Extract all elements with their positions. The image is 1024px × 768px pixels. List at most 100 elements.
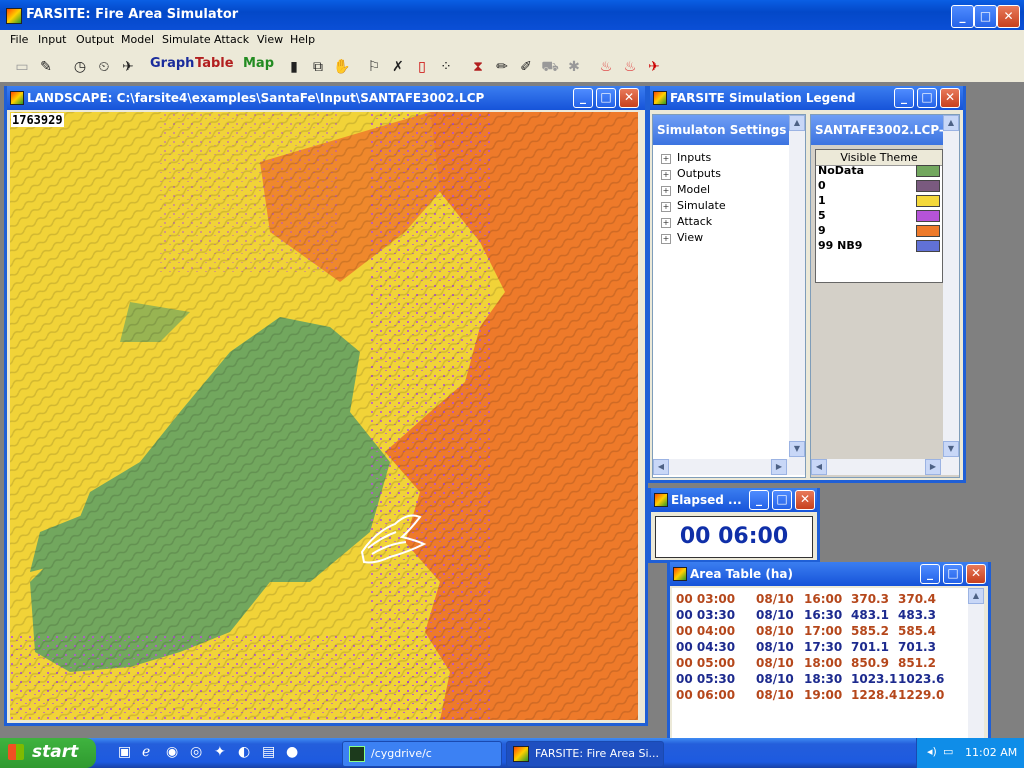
legend-row[interactable]: 9: [816, 223, 942, 238]
task-farsite[interactable]: FARSITE: Fire Area Si...: [506, 741, 664, 767]
legend-rows: NoData 0 1 5 9 99 NB9: [812, 163, 942, 259]
battery-icon[interactable]: ▮: [282, 55, 306, 79]
menu-model[interactable]: Model: [121, 33, 154, 46]
clock[interactable]: 11:02 AM: [965, 746, 1017, 759]
legend-color-swatch[interactable]: [916, 225, 940, 237]
landscape-edit-icon[interactable]: ✎: [34, 55, 58, 79]
scroll-left-icon[interactable]: ◀: [653, 459, 669, 475]
area-table-maximize-button[interactable]: □: [943, 564, 963, 584]
desktop-icon[interactable]: ▣: [118, 744, 131, 760]
menu-input[interactable]: Input: [38, 33, 66, 46]
landscape-close-button[interactable]: ✕: [619, 88, 639, 108]
legend-color-swatch[interactable]: [916, 210, 940, 222]
fire-ground-icon[interactable]: ♨: [618, 55, 642, 79]
pencil-icon[interactable]: ✏: [490, 55, 514, 79]
legend-minimize-button[interactable]: _: [894, 88, 914, 108]
start-button[interactable]: start: [0, 738, 96, 768]
quick-launch-icon-4[interactable]: ◎: [190, 744, 202, 760]
close-button[interactable]: ✕: [997, 5, 1020, 28]
landscape-maximize-button[interactable]: □: [596, 88, 616, 108]
network-icon[interactable]: ▭: [943, 745, 953, 758]
tree-item-model[interactable]: + Model: [661, 183, 710, 196]
theme-scroll-left-icon[interactable]: ◀: [811, 459, 827, 475]
settings-hscrollbar[interactable]: ◀ ▶: [653, 459, 805, 475]
elapsed-window-icon: [654, 493, 668, 507]
landscape-map[interactable]: [10, 112, 638, 720]
quick-launch-icon-6[interactable]: ◐: [238, 744, 250, 760]
theme-hscrollbar[interactable]: ◀ ▶: [811, 459, 959, 475]
legend-row[interactable]: 99 NB9: [816, 238, 942, 253]
area-table-close-button[interactable]: ✕: [966, 564, 986, 584]
table-button[interactable]: Table: [195, 56, 234, 71]
ignition-icon[interactable]: ⚐: [362, 55, 386, 79]
legend-maximize-button[interactable]: □: [917, 88, 937, 108]
edit-line-icon[interactable]: ✐: [514, 55, 538, 79]
legend-close-button[interactable]: ✕: [940, 88, 960, 108]
area-table-minimize-button[interactable]: _: [920, 564, 940, 584]
clock-icon[interactable]: ⏲: [92, 55, 116, 79]
volume-icon[interactable]: ◂): [927, 745, 937, 758]
scroll-right-icon[interactable]: ▶: [771, 459, 787, 475]
barrier-icon[interactable]: ✗: [386, 55, 410, 79]
quick-launch-icon-7[interactable]: ▤: [262, 744, 275, 760]
elapsed-close-button[interactable]: ✕: [795, 490, 815, 510]
window-icon[interactable]: ⧉: [306, 55, 330, 79]
legend-row[interactable]: NoData: [816, 163, 942, 178]
elapsed-minimize-button[interactable]: _: [749, 490, 769, 510]
legend-color-swatch[interactable]: [916, 165, 940, 177]
landscape-minimize-button[interactable]: _: [573, 88, 593, 108]
map-button[interactable]: Map: [243, 56, 274, 71]
aircraft-icon[interactable]: ✈: [116, 55, 140, 79]
ie-icon[interactable]: ℯ: [142, 744, 150, 760]
fire-attack-icon[interactable]: ♨: [594, 55, 618, 79]
legend-row[interactable]: 1: [816, 193, 942, 208]
legend-color-swatch[interactable]: [916, 195, 940, 207]
legend-row[interactable]: 5: [816, 208, 942, 223]
menu-help[interactable]: Help: [290, 33, 315, 46]
quick-launch-icon-3[interactable]: ◉: [166, 744, 178, 760]
quick-launch-icon-5[interactable]: ✦: [214, 744, 226, 760]
legend-color-swatch[interactable]: [916, 240, 940, 252]
area-cell-elapsed: 00 05:30: [676, 672, 736, 686]
air-attack-icon[interactable]: ✈: [642, 55, 666, 79]
theme-scroll-up-icon[interactable]: ▲: [943, 115, 959, 131]
legend-color-swatch[interactable]: [916, 180, 940, 192]
firefox-icon[interactable]: ●: [286, 744, 298, 760]
crew-icon[interactable]: ✱: [562, 55, 586, 79]
settings-vscrollbar[interactable]: ▲ ▼: [789, 115, 805, 459]
area-cell-a: 701.1: [851, 640, 889, 654]
menu-view[interactable]: View: [257, 33, 283, 46]
tree-item-outputs[interactable]: + Outputs: [661, 167, 721, 180]
theme-scroll-right-icon[interactable]: ▶: [925, 459, 941, 475]
area-cell-elapsed: 00 05:00: [676, 656, 736, 670]
scroll-up-icon[interactable]: ▲: [789, 115, 805, 131]
theme-vscrollbar[interactable]: ▲ ▼: [943, 115, 959, 459]
graph-button[interactable]: Graph: [150, 56, 194, 71]
open-project-icon[interactable]: ▭: [10, 55, 34, 79]
menu-output[interactable]: Output: [76, 33, 114, 46]
menu-file[interactable]: File: [10, 33, 28, 46]
tree-item-view[interactable]: + View: [661, 231, 703, 244]
hand-pan-icon[interactable]: ✋: [330, 55, 354, 79]
menu-attack[interactable]: Attack: [214, 33, 249, 46]
scroll-down-icon[interactable]: ▼: [789, 441, 805, 457]
hourglass-icon[interactable]: ⧗: [466, 55, 490, 79]
legend-row[interactable]: 0: [816, 178, 942, 193]
maximize-button[interactable]: □: [974, 5, 997, 28]
tree-item-simulate[interactable]: + Simulate: [661, 199, 726, 212]
theme-scroll-down-icon[interactable]: ▼: [943, 441, 959, 457]
traffic-light-icon[interactable]: ▯: [410, 55, 434, 79]
scatter-points-icon[interactable]: ⁘: [434, 55, 458, 79]
minimize-button[interactable]: _: [951, 5, 974, 28]
start-simulation-icon[interactable]: ◷: [68, 55, 92, 79]
menu-simulate[interactable]: Simulate: [162, 33, 211, 46]
area-table-vscrollbar[interactable]: ▲: [968, 588, 984, 738]
tree-item-attack[interactable]: + Attack: [661, 215, 712, 228]
task-cygwin[interactable]: /cygdrive/c: [342, 741, 502, 767]
area-scroll-up-icon[interactable]: ▲: [968, 588, 984, 604]
quick-launch: ▣ ℯ ◉ ◎ ✦ ◐ ▤ ●: [118, 744, 338, 762]
elapsed-maximize-button[interactable]: □: [772, 490, 792, 510]
fire-truck-icon[interactable]: ⛟: [538, 55, 562, 79]
tree-item-inputs[interactable]: + Inputs: [661, 151, 711, 164]
legend-row-label: 0: [818, 179, 826, 192]
